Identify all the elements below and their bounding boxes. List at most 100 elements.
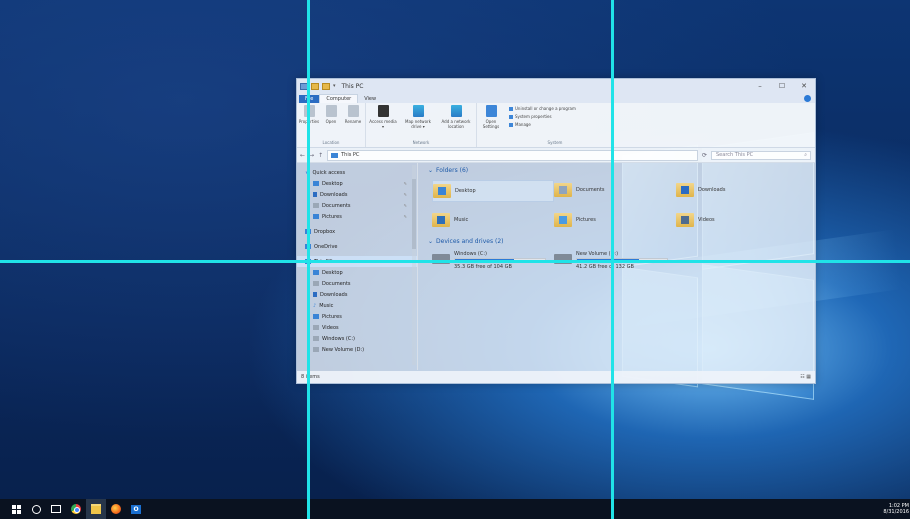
close-button[interactable]: ✕	[793, 82, 815, 90]
nav-pc-desktop[interactable]: Desktop	[297, 267, 417, 278]
nav-label: Quick access	[312, 169, 346, 176]
minimize-button[interactable]: –	[749, 82, 771, 90]
nav-quick-desktop[interactable]: Desktop ✎	[297, 178, 417, 189]
ribbon-group-system: Open Settings Uninstall or change a prog…	[477, 103, 633, 147]
outlook-icon: O	[131, 504, 141, 514]
access-media-label: Access media ▾	[369, 119, 397, 129]
nav-quick-downloads[interactable]: Downloads ✎	[297, 189, 417, 200]
navigation-pane: ★Quick access Desktop ✎ Downloads ✎ Docume…	[297, 163, 418, 370]
nav-onedrive[interactable]: OneDrive	[297, 241, 417, 252]
rename-button[interactable]: Rename	[344, 105, 362, 124]
nav-pc-videos[interactable]: Videos	[297, 322, 417, 333]
nav-label: Windows (C:)	[322, 335, 355, 342]
ribbon-group-network: Access media ▾ Map network drive ▾ Add a…	[366, 103, 477, 147]
download-icon	[313, 192, 317, 197]
folder-icon	[432, 213, 450, 227]
nav-pc-documents[interactable]: Documents	[297, 278, 417, 289]
up-button[interactable]: ↑	[318, 152, 323, 159]
folder-downloads[interactable]: Downloads	[676, 180, 798, 200]
nav-label: Dropbox	[314, 228, 336, 235]
nav-dropbox[interactable]: Dropbox	[297, 226, 417, 237]
scrollbar-thumb[interactable]	[412, 179, 416, 249]
outlook-taskbar-button[interactable]: O	[126, 499, 146, 519]
screen: ▾ This PC – ☐ ✕ File Computer View Prope…	[0, 0, 910, 519]
cortana-button[interactable]	[26, 499, 46, 519]
nav-label: Desktop	[322, 180, 343, 187]
folder-documents[interactable]: Documents	[554, 180, 676, 200]
download-icon	[313, 292, 317, 297]
uninstall-label: Uninstall or change a program	[515, 106, 576, 111]
ribbon-group-label: System	[547, 140, 563, 145]
grid-overlay-line-horizontal	[0, 260, 910, 263]
properties-icon[interactable]	[311, 82, 319, 90]
nav-pc-pictures[interactable]: Pictures	[297, 311, 417, 322]
open-settings-button[interactable]: Open Settings	[480, 105, 502, 129]
folder-pictures[interactable]: Pictures	[554, 210, 676, 230]
nav-pc-drive-c[interactable]: Windows (C:)	[297, 333, 417, 344]
search-placeholder: Search This PC	[716, 152, 754, 158]
nav-label: Downloads	[320, 291, 348, 298]
drive-icon	[313, 336, 319, 341]
chevron-down-icon[interactable]: ▾	[333, 83, 336, 89]
file-explorer-icon	[91, 504, 101, 514]
nav-pc-music[interactable]: ♪ Music	[297, 300, 417, 311]
add-network-location-button[interactable]: Add a network location	[439, 105, 473, 129]
ribbon-group-label: Network	[412, 140, 430, 145]
manage-label: Manage	[515, 122, 531, 127]
firefox-taskbar-button[interactable]	[106, 499, 126, 519]
nav-label: Videos	[322, 324, 339, 331]
access-media-button[interactable]: Access media ▾	[369, 105, 397, 129]
system-clock[interactable]: 1:02 PM 8/31/2016	[883, 503, 910, 515]
pin-icon: ✎	[403, 192, 407, 197]
folder-label: Desktop	[455, 188, 476, 194]
view-toggle-icons[interactable]: ☷ ▦	[800, 374, 811, 380]
folder-icon	[554, 183, 572, 197]
folder-desktop[interactable]: Desktop	[432, 180, 554, 202]
devices-section-header[interactable]: ⌄ Devices and drives (2)	[428, 238, 809, 245]
nav-quick-access[interactable]: ★Quick access	[297, 167, 417, 178]
nav-pc-drive-d[interactable]: New Volume (D:)	[297, 344, 417, 355]
uninstall-program-button[interactable]: Uninstall or change a program	[509, 106, 576, 111]
chrome-taskbar-button[interactable]	[66, 499, 86, 519]
map-network-drive-label: Map network drive ▾	[405, 119, 431, 129]
title-bar[interactable]: ▾ This PC – ☐ ✕	[297, 79, 815, 93]
folder-music[interactable]: Music	[432, 210, 554, 230]
task-view-button[interactable]	[46, 499, 66, 519]
open-button[interactable]: Open	[322, 105, 340, 124]
ribbon: Properties Open Rename Location Access m…	[297, 103, 815, 148]
system-properties-button[interactable]: System properties	[509, 114, 576, 119]
documents-icon	[313, 281, 319, 286]
item-count: 8 items	[301, 374, 320, 380]
folders-section-header[interactable]: ⌄ Folders (6)	[428, 167, 809, 174]
clock-date: 8/31/2016	[883, 509, 909, 515]
help-icon[interactable]	[804, 95, 811, 102]
new-folder-icon[interactable]	[322, 82, 330, 90]
nav-quick-pictures[interactable]: Pictures ✎	[297, 211, 417, 222]
file-explorer-window[interactable]: ▾ This PC – ☐ ✕ File Computer View Prope…	[296, 78, 816, 384]
folder-videos[interactable]: Videos	[676, 210, 798, 230]
back-button[interactable]: ←	[300, 152, 305, 159]
address-bar[interactable]: This PC	[327, 149, 698, 161]
tab-computer[interactable]: Computer	[319, 94, 359, 103]
drive-name: New Volume (D:)	[576, 251, 619, 257]
drive-icon	[313, 347, 319, 352]
search-input[interactable]: Search This PC ⌕	[711, 150, 811, 160]
pc-icon	[331, 152, 339, 158]
start-button[interactable]	[6, 499, 26, 519]
file-explorer-taskbar-button[interactable]	[86, 499, 106, 519]
system-properties-label: System properties	[515, 114, 552, 119]
nav-quick-documents[interactable]: Documents ✎	[297, 200, 417, 211]
search-icon: ⌕	[804, 152, 807, 158]
map-network-drive-button[interactable]: Map network drive ▾	[401, 105, 435, 129]
nav-scrollbar[interactable]	[412, 165, 416, 365]
manage-button[interactable]: Manage	[509, 122, 576, 127]
nav-pc-downloads[interactable]: Downloads	[297, 289, 417, 300]
tab-view[interactable]: View	[358, 95, 382, 103]
folder-icon	[433, 184, 451, 198]
folder-label: Documents	[576, 187, 605, 193]
drive-free-space: 41.2 GB free of 132 GB	[576, 264, 634, 270]
documents-icon	[313, 203, 319, 208]
refresh-button[interactable]: ⟳	[702, 152, 707, 159]
firefox-icon	[111, 504, 121, 514]
maximize-button[interactable]: ☐	[771, 82, 793, 90]
